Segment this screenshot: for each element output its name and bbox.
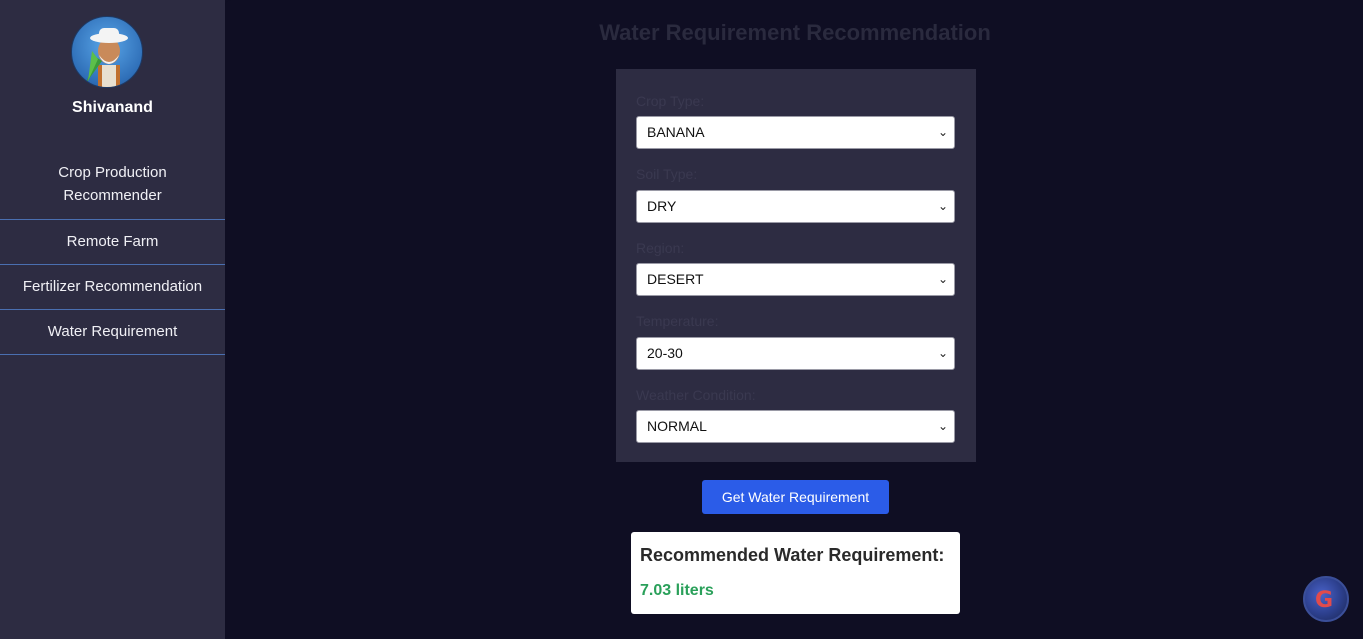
region-value: DESERT [647, 271, 704, 287]
sidebar-nav: Crop Production Recommender Remote Farm … [0, 150, 225, 355]
crop-type-label: Crop Type: [636, 93, 705, 109]
chevron-down-icon: ⌄ [937, 272, 948, 286]
temperature-value: 20-30 [647, 345, 683, 361]
farmer-avatar-icon [71, 16, 143, 88]
weather-condition-label: Weather Condition: [636, 387, 756, 403]
soil-type-select[interactable]: DRY ⌄ [636, 190, 955, 223]
weather-condition-value: NORMAL [647, 418, 707, 434]
chevron-down-icon: ⌄ [937, 346, 948, 360]
main-content: Water Requirement Recommendation Crop Ty… [225, 0, 1363, 639]
temperature-label: Temperature: [636, 313, 719, 329]
region-label: Region: [636, 240, 685, 256]
sidebar: Shivanand Crop Production Recommender Re… [0, 0, 225, 639]
sidebar-item-water-requirement[interactable]: Water Requirement [0, 310, 225, 355]
weather-condition-select[interactable]: NORMAL ⌄ [636, 410, 955, 443]
get-water-requirement-button[interactable]: Get Water Requirement [702, 480, 889, 514]
page-title: Water Requirement Recommendation [599, 20, 991, 45]
crop-type-value: BANANA [647, 124, 705, 140]
result-card: Recommended Water Requirement: 7.03 lite… [631, 532, 960, 614]
translate-badge-icon[interactable]: G [1303, 576, 1349, 622]
username: Shivanand [72, 99, 153, 116]
soil-type-label: Soil Type: [636, 166, 698, 182]
sidebar-item-fertilizer-recommendation[interactable]: Fertilizer Recommendation [0, 265, 225, 310]
temperature-select[interactable]: 20-30 ⌄ [636, 337, 955, 370]
sidebar-item-remote-farm[interactable]: Remote Farm [0, 220, 225, 265]
chevron-down-icon: ⌄ [937, 419, 948, 433]
result-value: 7.03 liters [640, 582, 714, 599]
chevron-down-icon: ⌄ [937, 199, 948, 213]
soil-type-value: DRY [647, 198, 677, 214]
water-form: Crop Type: BANANA ⌄ Soil Type: DRY ⌄ Reg… [616, 69, 976, 462]
result-title: Recommended Water Requirement: [640, 545, 945, 565]
crop-type-select[interactable]: BANANA ⌄ [636, 116, 955, 149]
chevron-down-icon: ⌄ [937, 125, 948, 139]
region-select[interactable]: DESERT ⌄ [636, 263, 955, 296]
sidebar-item-crop-production-recommender[interactable]: Crop Production Recommender [0, 150, 225, 220]
